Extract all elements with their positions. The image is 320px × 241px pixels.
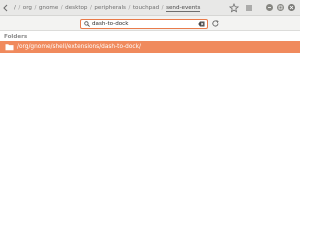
refresh-icon [212,20,219,27]
close-icon [289,5,294,10]
hamburger-menu-icon [246,5,252,11]
search-icon [84,21,90,27]
search-input[interactable]: dash-to-dock [80,18,208,29]
path-segment-touchpad[interactable]: touchpad [133,5,159,11]
close-button[interactable] [288,4,295,11]
clear-search-icon[interactable] [198,21,205,27]
result-row-label: /org/gnome/shell/extensions/dash-to-dock… [17,43,141,50]
minimize-icon [268,7,271,8]
back-button[interactable] [2,4,10,12]
path-segment-gnome[interactable]: gnome [39,5,58,11]
path-segment-root[interactable]: / [14,5,16,11]
maximize-icon [278,5,283,10]
bookmark-button[interactable] [228,2,240,13]
star-icon [228,2,240,13]
path-separator: / [18,5,21,11]
search-input-value: dash-to-dock [92,21,129,27]
path-separator: / [34,5,37,11]
path-separator: / [161,5,164,11]
title-bar: / / org / gnome / desktop / peripherals … [0,0,300,16]
path-breadcrumb: / / org / gnome / desktop / peripherals … [14,3,201,13]
path-segment-org[interactable]: org [23,5,32,11]
path-separator: / [128,5,131,11]
section-heading-folders: Folders [4,34,28,40]
path-separator: / [89,5,92,11]
path-segment-send-events[interactable]: send-events [166,5,201,12]
result-row-selected[interactable]: /org/gnome/shell/extensions/dash-to-dock… [0,41,300,53]
folder-icon [5,44,14,51]
back-arrow-icon [3,4,8,12]
minimize-button[interactable] [266,4,273,11]
refresh-button[interactable] [211,19,220,28]
menu-button[interactable] [244,3,254,13]
path-segment-peripherals[interactable]: peripherals [94,5,126,11]
search-bar: dash-to-dock [0,16,300,31]
path-segment-desktop[interactable]: desktop [65,5,87,11]
maximize-button[interactable] [277,4,284,11]
path-separator: / [60,5,63,11]
